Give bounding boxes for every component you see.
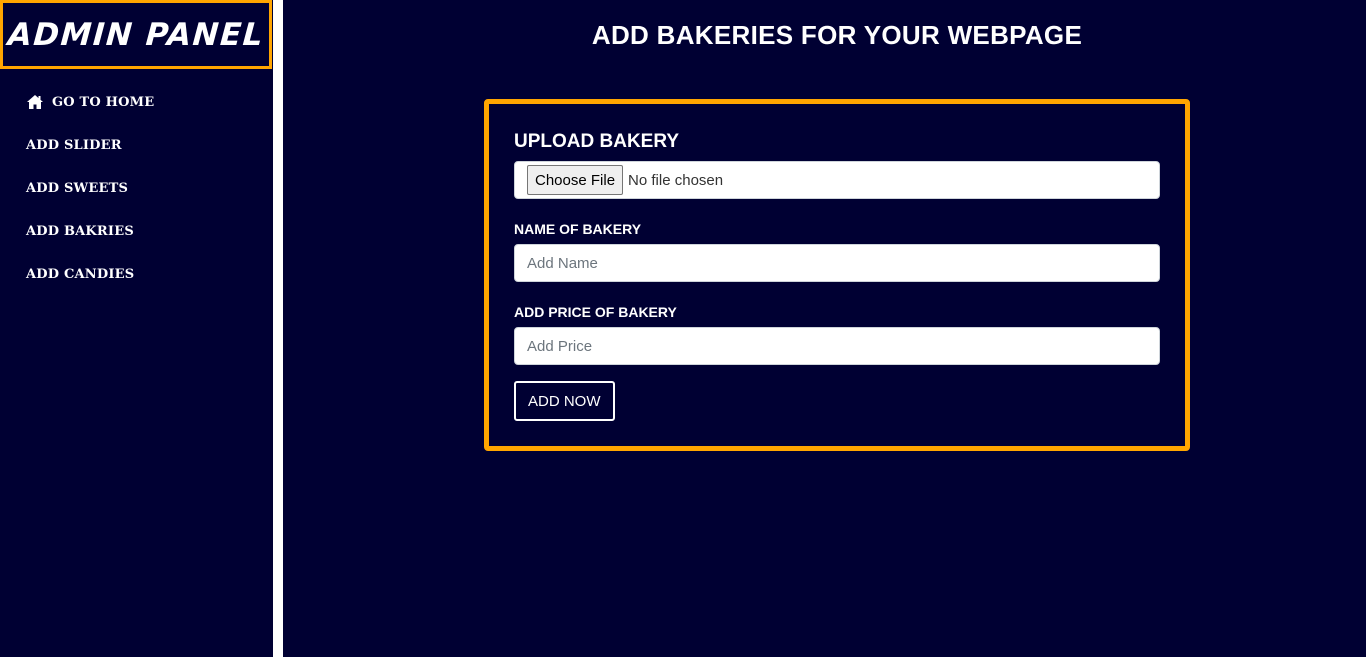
sidebar-item-label: GO TO HOME [52,94,155,110]
sidebar-item-label: ADD BAKRIES [26,223,134,239]
name-input[interactable] [514,244,1160,282]
add-now-button[interactable]: ADD NOW [514,381,615,421]
sidebar-nav: GO TO HOME ADD SLIDER ADD SWEETS ADD BAK… [26,92,154,307]
name-label: NAME OF BAKERY [514,221,642,237]
brand-title: ADMIN PANEL [6,16,266,53]
choose-file-button[interactable]: Choose File [527,165,624,195]
file-upload-input[interactable]: Choose File No file chosen [514,161,1160,199]
file-status-text: No file chosen [628,171,724,189]
sidebar-item-go-to-home[interactable]: GO TO HOME [26,92,154,112]
price-label: ADD PRICE OF BAKERY [514,304,677,320]
main-content: ADD BAKERIES FOR YOUR WEBPAGE UPLOAD BAK… [283,0,1366,657]
sidebar-item-add-slider[interactable]: ADD SLIDER [26,135,154,155]
sidebar-item-label: ADD SLIDER [26,137,122,153]
sidebar-item-add-candies[interactable]: ADD CANDIES [26,264,154,284]
sidebar-item-label: ADD CANDIES [26,266,135,282]
home-icon [26,94,44,110]
sidebar-item-add-sweets[interactable]: ADD SWEETS [26,178,154,198]
sidebar: ADMIN PANEL GO TO HOME ADD SLIDER ADD SW… [0,0,273,657]
add-bakery-form: UPLOAD BAKERY Choose File No file chosen… [484,99,1190,451]
page-title: ADD BAKERIES FOR YOUR WEBPAGE [591,20,1083,50]
admin-app: ADMIN PANEL GO TO HOME ADD SLIDER ADD SW… [0,0,1366,657]
brand-box: ADMIN PANEL [0,0,272,69]
sidebar-divider [273,0,283,657]
sidebar-item-label: ADD SWEETS [26,180,129,196]
upload-title: UPLOAD BAKERY [514,131,680,152]
sidebar-item-add-bakries[interactable]: ADD BAKRIES [26,221,154,241]
price-input[interactable] [514,327,1160,365]
